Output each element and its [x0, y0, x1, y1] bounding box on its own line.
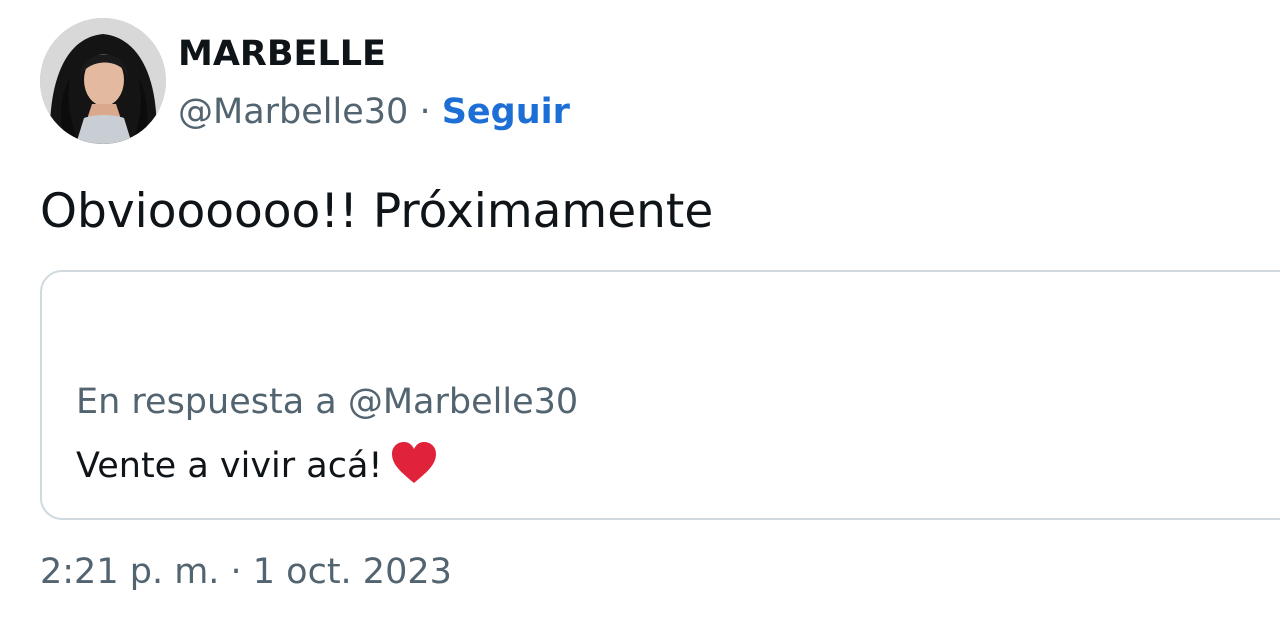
quoted-tweet-card[interactable]: En respuesta a @Marbelle30 Vente a vivir… [40, 270, 1280, 520]
author-display-name[interactable]: MARBELLE [178, 30, 386, 78]
author-handle-row: @Marbelle30 · Seguir [178, 88, 570, 136]
reply-context: En respuesta a @Marbelle30 [76, 382, 579, 422]
handle-separator: · [408, 92, 442, 132]
follow-button[interactable]: Seguir [442, 92, 570, 132]
tweet-timestamp[interactable]: 2:21 p. m. · 1 oct. 2023 [40, 548, 452, 596]
tweet-text: Obvioooooo!! Próximamente [40, 184, 714, 239]
quoted-tweet-body: Vente a vivir acá! [76, 440, 438, 500]
quoted-tweet-text: Vente a vivir acá! [76, 446, 383, 486]
red-heart-icon [390, 441, 438, 500]
profile-photo-icon [40, 18, 166, 144]
author-handle[interactable]: @Marbelle30 [178, 92, 408, 132]
avatar[interactable] [40, 18, 166, 144]
